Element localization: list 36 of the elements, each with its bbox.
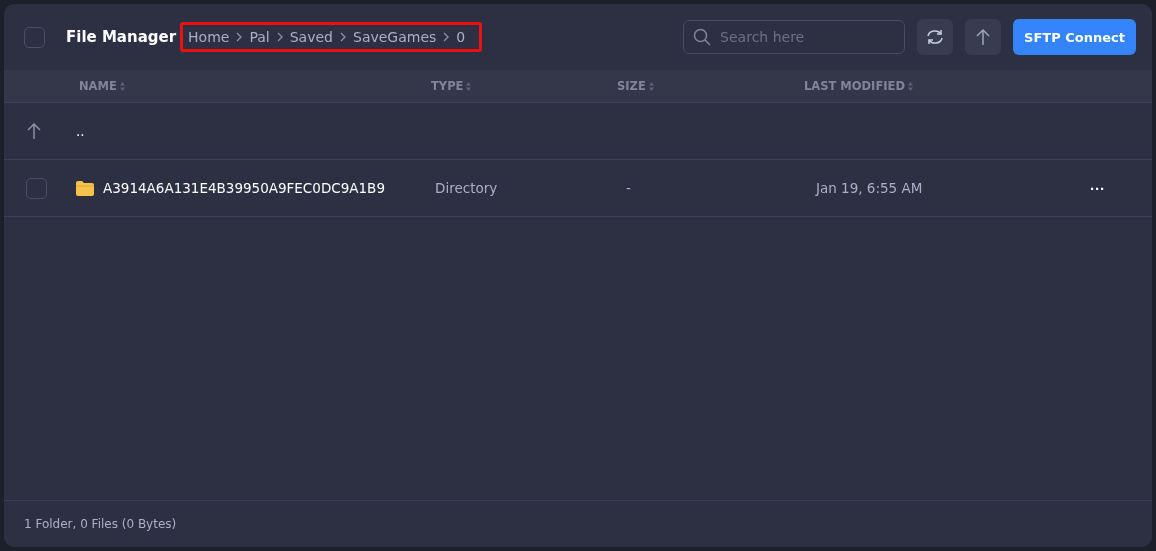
more-options-button[interactable]: ··· bbox=[1084, 179, 1111, 197]
row-checkbox[interactable] bbox=[26, 177, 47, 199]
breadcrumb-link[interactable]: Home bbox=[188, 29, 230, 45]
folder-icon bbox=[76, 180, 94, 196]
parent-directory-link[interactable]: .. bbox=[76, 123, 85, 139]
file-name[interactable]: A3914A6A131E4B39950A9FEC0DC9A1B9 bbox=[103, 180, 385, 196]
column-header[interactable]: SIZE bbox=[617, 79, 654, 93]
search-icon bbox=[693, 28, 712, 46]
chevron-icon bbox=[236, 32, 243, 42]
refresh-icon bbox=[925, 28, 946, 46]
table-cell: Jan 19, 6:55 AM bbox=[816, 180, 923, 196]
column-header[interactable]: TYPE bbox=[431, 79, 472, 93]
sort-icon bbox=[466, 81, 472, 91]
column-header[interactable]: NAME bbox=[79, 79, 125, 93]
select-all-checkbox[interactable] bbox=[24, 26, 45, 48]
breadcrumb-link[interactable]: Pal bbox=[249, 29, 270, 45]
breadcrumb-link[interactable]: SaveGames bbox=[353, 29, 437, 45]
refresh-button[interactable] bbox=[917, 19, 954, 55]
sftp-connect-button[interactable]: SFTP Connect bbox=[1013, 19, 1136, 55]
table-cell: - bbox=[626, 180, 631, 196]
sort-icon bbox=[119, 81, 125, 91]
status-text: 1 Folder, 0 Files (0 Bytes) bbox=[24, 517, 177, 531]
column-header[interactable]: LAST MODIFIED bbox=[804, 79, 913, 93]
upload-button[interactable] bbox=[965, 19, 1002, 55]
table-cell: Directory bbox=[435, 180, 498, 196]
arrow-up-icon bbox=[975, 28, 992, 46]
search-field[interactable]: Search here bbox=[683, 20, 906, 54]
breadcrumb-link[interactable]: Saved bbox=[289, 29, 333, 45]
chevron-icon bbox=[443, 32, 450, 42]
chevron-icon bbox=[276, 32, 283, 42]
sort-icon bbox=[907, 81, 913, 91]
window-title: File Manager bbox=[66, 28, 177, 46]
chevron-icon bbox=[340, 32, 346, 42]
arrow-up-icon bbox=[26, 122, 42, 140]
sort-icon bbox=[648, 81, 654, 91]
breadcrumb-link[interactable]: 0 bbox=[456, 29, 466, 45]
